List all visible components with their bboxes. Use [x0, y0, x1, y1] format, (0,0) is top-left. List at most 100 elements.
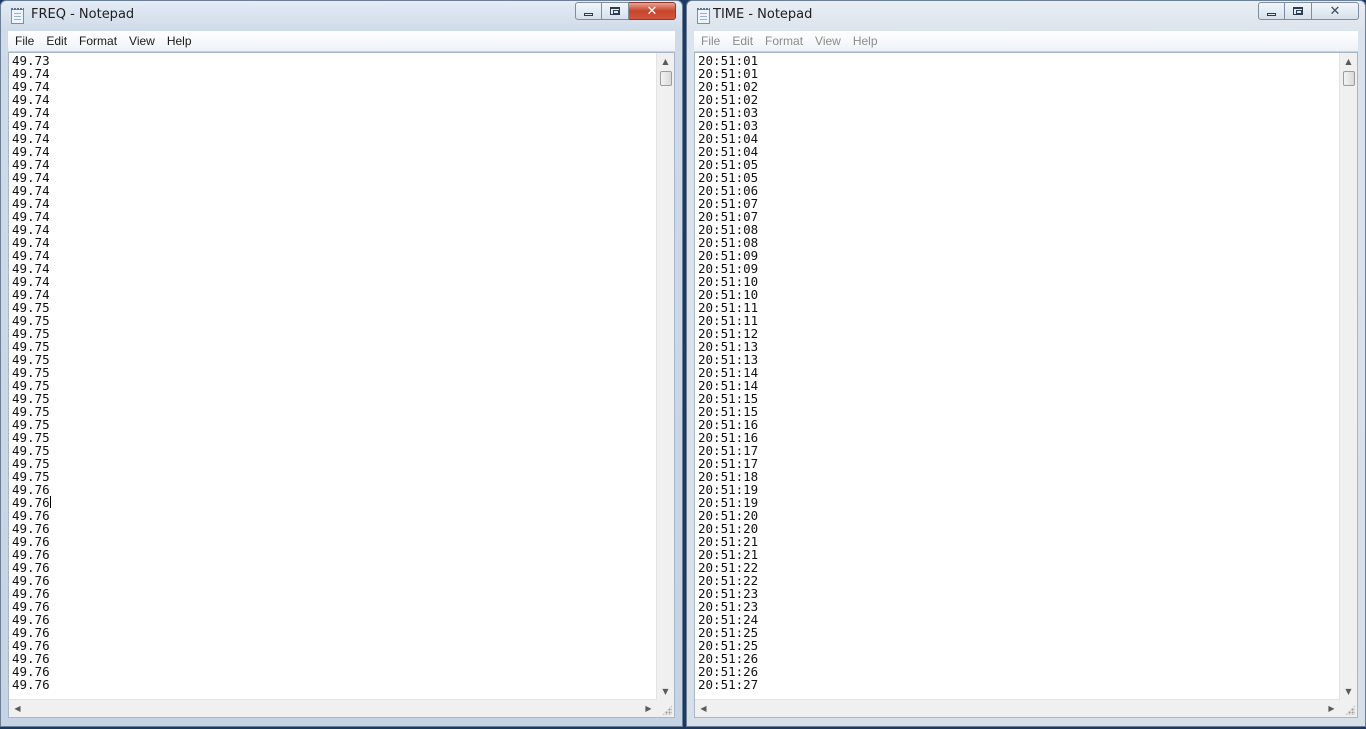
- text-line: 49.76: [12, 599, 50, 614]
- text-line: 49.74: [12, 170, 50, 185]
- scroll-thumb[interactable]: [1343, 71, 1355, 86]
- text-line: 49.76: [12, 482, 50, 497]
- notepad-icon[interactable]: [697, 8, 710, 24]
- menu-format[interactable]: Format: [759, 34, 809, 48]
- text-line: 49.74: [12, 131, 50, 146]
- text-line: 49.76: [12, 651, 50, 666]
- text-line: 20:51:01: [698, 66, 759, 81]
- maximize-icon: [1293, 7, 1303, 15]
- resize-grip-icon[interactable]: [662, 705, 672, 715]
- text-line: 20:51:05: [698, 170, 759, 185]
- text-line: 20:51:14: [698, 365, 759, 380]
- text-line: 49.75: [12, 456, 50, 471]
- text-line: 49.76: [12, 573, 50, 588]
- text-line: 49.75: [12, 352, 50, 367]
- menu-view[interactable]: View: [809, 34, 847, 48]
- menu-help[interactable]: Help: [847, 34, 884, 48]
- chevron-down-icon[interactable]: ▼: [1340, 683, 1357, 700]
- text-line: 49.74: [12, 222, 50, 237]
- text-line: 20:51:15: [698, 404, 759, 419]
- close-icon: ✕: [1329, 3, 1341, 19]
- minimize-button[interactable]: [1258, 2, 1285, 20]
- menu-edit[interactable]: Edit: [40, 34, 73, 48]
- horizontal-scrollbar[interactable]: ◀ ▶: [695, 699, 1340, 717]
- notepad-window-freq[interactable]: FREQ - Notepad ✕ File Edit Format View H…: [0, 0, 683, 727]
- minimize-icon: [1267, 12, 1276, 16]
- text-line: 20:51:22: [698, 573, 759, 588]
- chevron-right-icon[interactable]: ▶: [640, 700, 657, 717]
- text-line: 49.74: [12, 274, 50, 289]
- text-editor[interactable]: 20:51:01 20:51:01 20:51:02 20:51:02 20:51:03…: [694, 52, 1358, 718]
- scroll-thumb[interactable]: [660, 71, 672, 86]
- text-line: 49.74: [12, 183, 50, 198]
- horizontal-scrollbar[interactable]: ◀ ▶: [9, 699, 657, 717]
- text-line: 20:51:11: [698, 300, 759, 315]
- text-content[interactable]: 20:51:01 20:51:01 20:51:02 20:51:02 20:51:03…: [698, 54, 1338, 699]
- text-line: 49.76: [12, 586, 50, 601]
- text-content[interactable]: 49.73 49.74 49.74 49.74 49.74 49.74 49.74 49.74…: [12, 54, 655, 699]
- text-line: 20:51:07: [698, 209, 759, 224]
- menu-format[interactable]: Format: [73, 34, 123, 48]
- vertical-scrollbar[interactable]: ▲ ▼: [656, 53, 674, 700]
- text-line: 20:51:20: [698, 508, 759, 523]
- text-editor[interactable]: 49.73 49.74 49.74 49.74 49.74 49.74 49.74 49.74…: [8, 52, 675, 718]
- maximize-button[interactable]: [602, 2, 629, 20]
- text-line: 20:51:18: [698, 469, 759, 484]
- resize-corner[interactable]: [1340, 700, 1357, 717]
- chevron-down-icon[interactable]: ▼: [657, 683, 674, 700]
- text-line: 49.75: [12, 339, 50, 354]
- text-line: 49.75: [12, 430, 50, 445]
- text-line: 49.75: [12, 326, 50, 341]
- text-line: 20:51:09: [698, 261, 759, 276]
- resize-corner[interactable]: [657, 700, 674, 717]
- vertical-scrollbar[interactable]: ▲ ▼: [1339, 53, 1357, 700]
- text-line: 20:51:13: [698, 339, 759, 354]
- text-line: 20:51:23: [698, 586, 759, 601]
- close-button[interactable]: ✕: [1312, 2, 1359, 20]
- text-line: 20:51:15: [698, 391, 759, 406]
- text-line: 49.75: [12, 391, 50, 406]
- title-bar[interactable]: FREQ - Notepad ✕: [1, 1, 682, 31]
- close-button[interactable]: ✕: [629, 2, 676, 20]
- text-line: 20:51:07: [698, 196, 759, 211]
- chevron-up-icon[interactable]: ▲: [657, 53, 674, 70]
- text-line: 20:51:16: [698, 430, 759, 445]
- menu-help[interactable]: Help: [161, 34, 198, 48]
- text-line: 20:51:08: [698, 222, 759, 237]
- text-line: 49.75: [12, 469, 50, 484]
- notepad-window-time[interactable]: TIME - Notepad ✕ File Edit Format View H…: [686, 0, 1366, 727]
- menu-file[interactable]: File: [8, 34, 40, 48]
- text-line: 20:51:25: [698, 625, 759, 640]
- text-line: 20:51:05: [698, 157, 759, 172]
- menu-file[interactable]: File: [694, 34, 726, 48]
- text-line: 20:51:11: [698, 313, 759, 328]
- text-line: 20:51:22: [698, 560, 759, 575]
- maximize-button[interactable]: [1285, 2, 1312, 20]
- menu-bar: File Edit Format View Help: [694, 31, 1358, 52]
- text-line: 20:51:09: [698, 248, 759, 263]
- text-line: 20:51:20: [698, 521, 759, 536]
- text-line: 49.74: [12, 287, 50, 302]
- text-line: 20:51:17: [698, 456, 759, 471]
- resize-grip-icon[interactable]: [1345, 705, 1355, 715]
- text-line: 49.75: [12, 417, 50, 432]
- text-line: 49.76: [12, 534, 50, 549]
- text-line: 49.74: [12, 235, 50, 250]
- title-bar[interactable]: TIME - Notepad ✕: [687, 1, 1365, 31]
- text-line: 49.76: [12, 664, 50, 679]
- text-line: 20:51:01: [698, 54, 759, 68]
- text-line: 49.75: [12, 404, 50, 419]
- notepad-icon[interactable]: [11, 8, 24, 24]
- chevron-left-icon[interactable]: ◀: [9, 700, 26, 717]
- text-line: 49.76: [12, 677, 50, 692]
- chevron-left-icon[interactable]: ◀: [695, 700, 712, 717]
- chevron-right-icon[interactable]: ▶: [1323, 700, 1340, 717]
- menu-edit[interactable]: Edit: [726, 34, 759, 48]
- text-line: 49.74: [12, 209, 50, 224]
- text-line: 49.75: [12, 313, 50, 328]
- text-line: 20:51:10: [698, 287, 759, 302]
- chevron-up-icon[interactable]: ▲: [1340, 53, 1357, 70]
- menu-view[interactable]: View: [123, 34, 161, 48]
- minimize-button[interactable]: [575, 2, 602, 20]
- text-line: 20:51:27: [698, 677, 759, 692]
